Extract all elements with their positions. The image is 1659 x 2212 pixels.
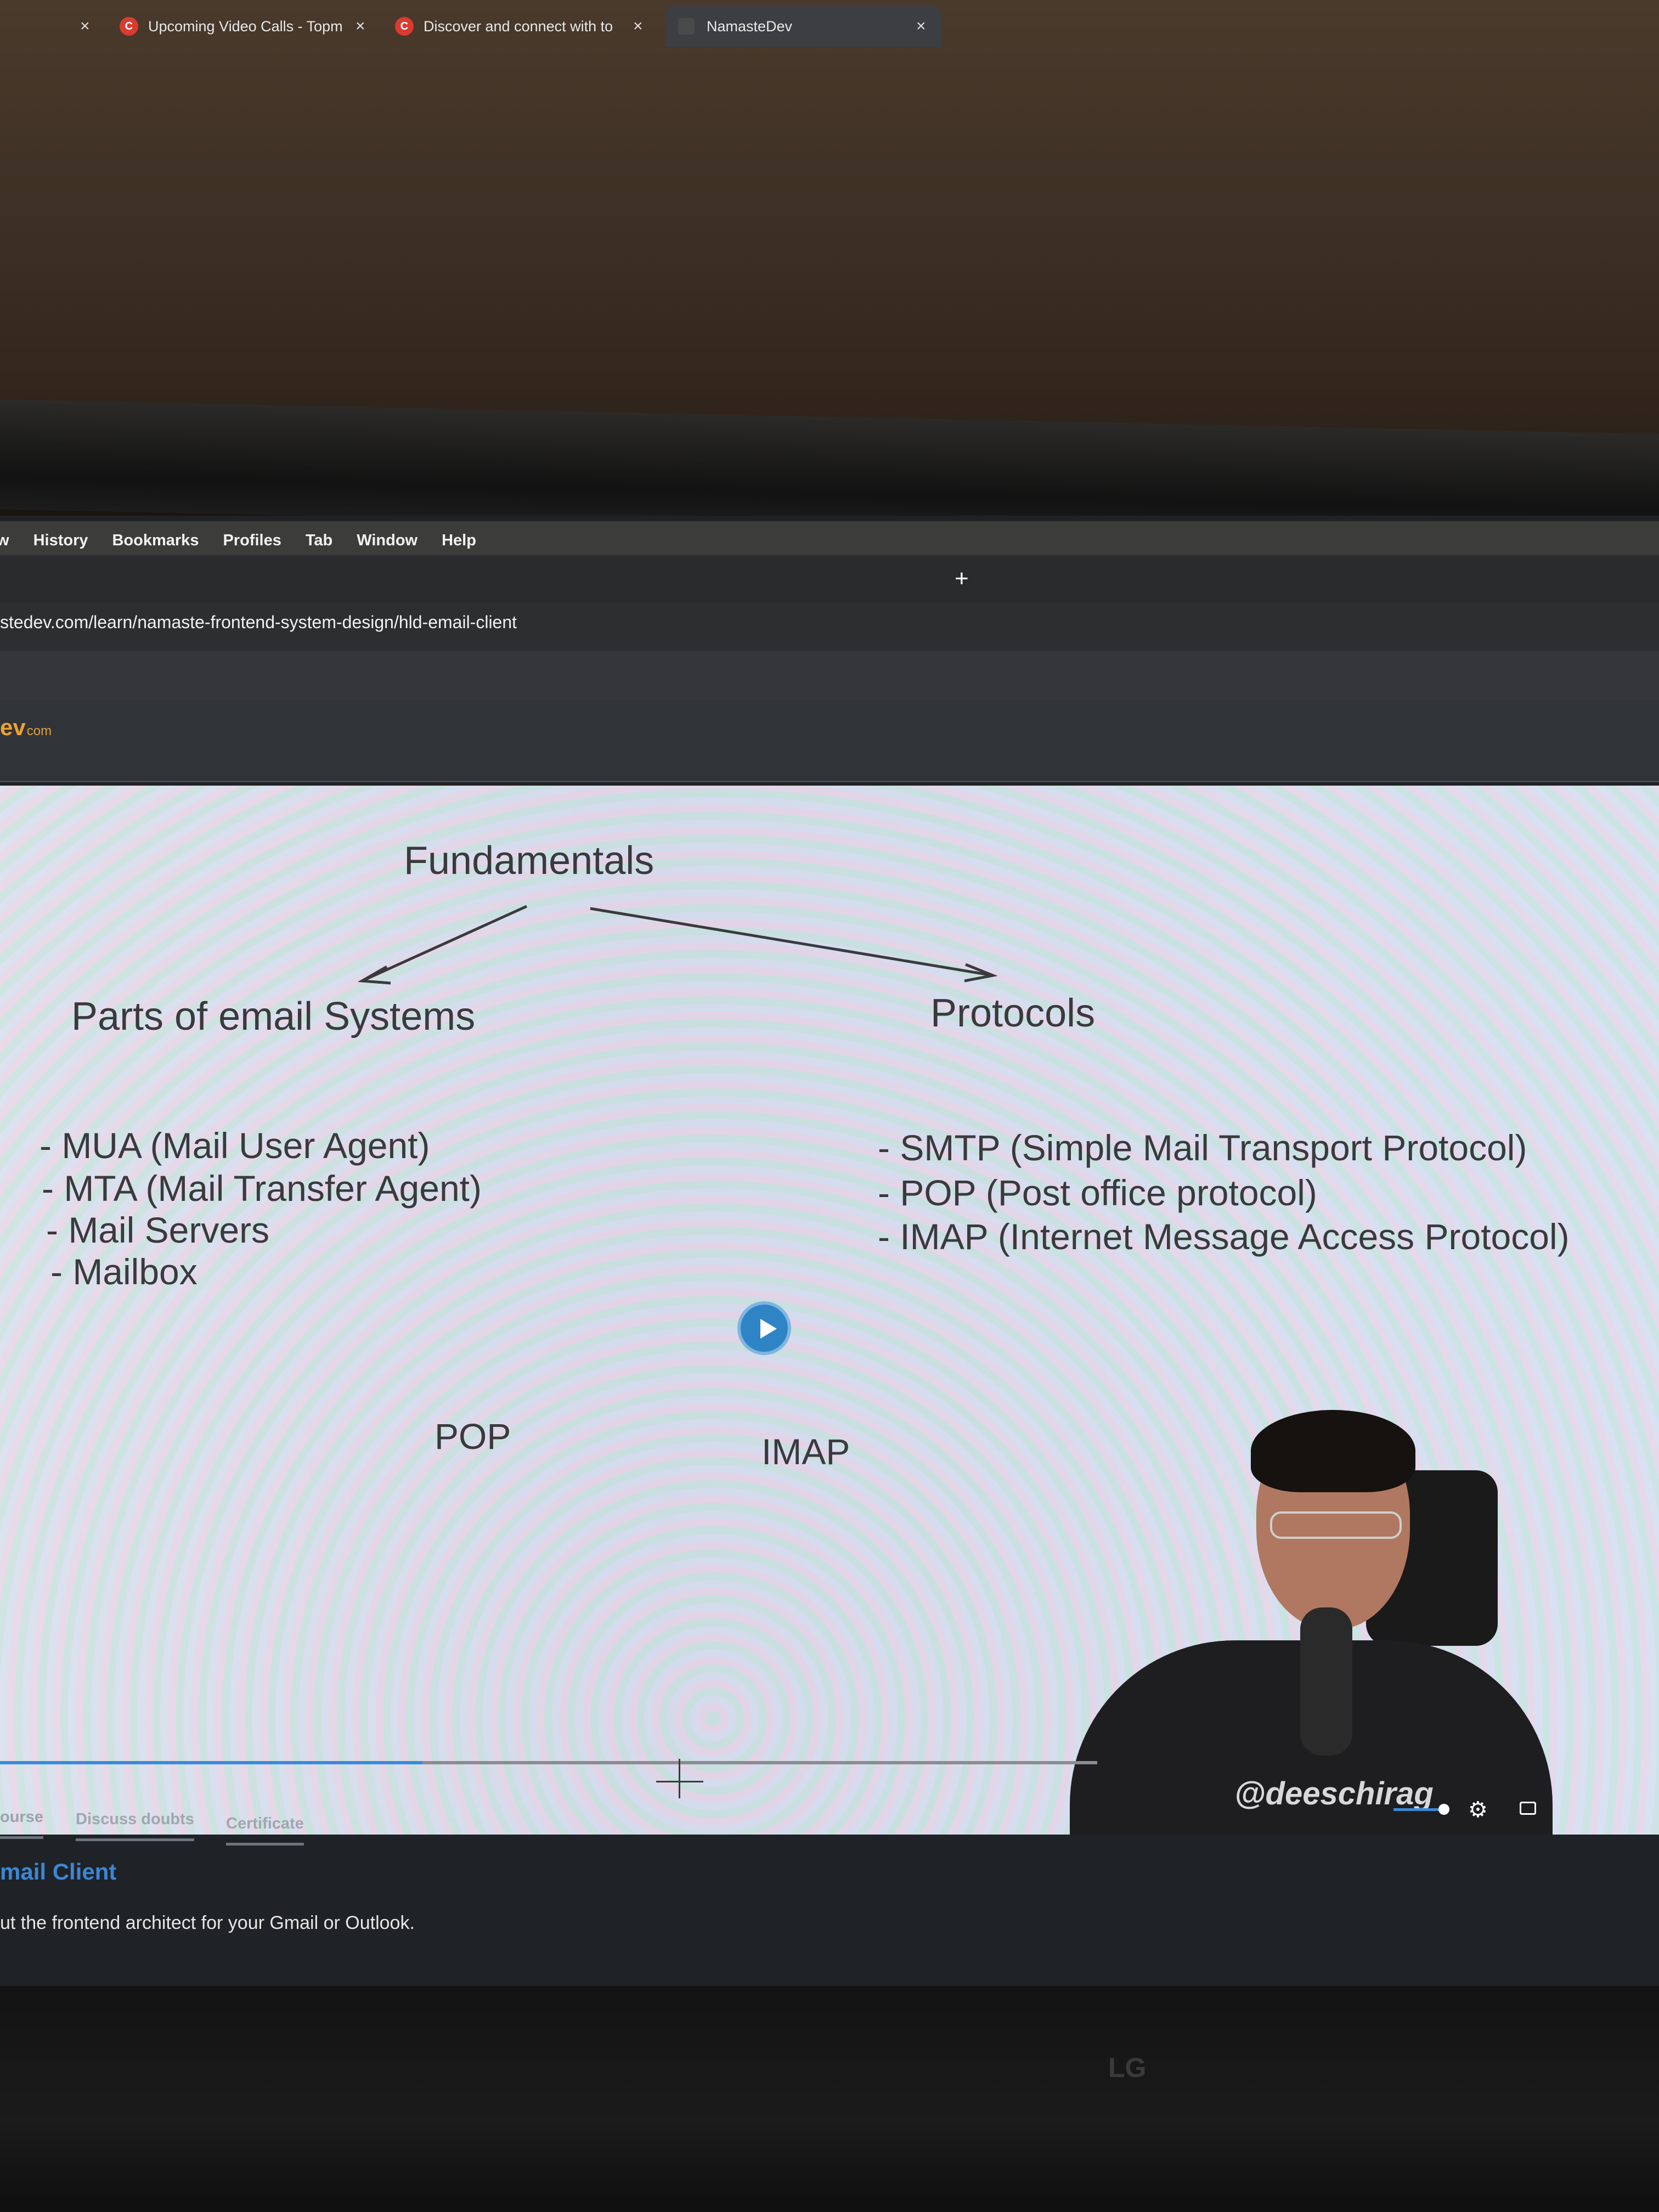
left-item-mailbox: - Mailbox — [50, 1251, 198, 1292]
presenter-glasses — [1270, 1511, 1402, 1539]
slide-label-pop: POP — [435, 1416, 511, 1457]
arrow-right-line — [590, 907, 994, 977]
tab-course[interactable]: ourse — [0, 1808, 43, 1839]
right-item-pop: - POP (Post office protocol) — [878, 1172, 1317, 1213]
monitor-bottom-bezel — [0, 1986, 1659, 2212]
right-item-smtp: - SMTP (Simple Mail Transport Protocol) — [878, 1127, 1527, 1168]
video-watermark: @deeschirag — [1234, 1776, 1434, 1812]
left-item-mail-servers: - Mail Servers — [46, 1210, 270, 1250]
play-button[interactable] — [737, 1301, 791, 1355]
left-item-mua: - MUA (Mail User Agent) — [40, 1125, 430, 1166]
slide-right-heading: Protocols — [930, 991, 1096, 1035]
crosshair-cursor-v — [679, 1759, 680, 1798]
slide-left-heading: Parts of email Systems — [71, 995, 476, 1039]
video-progress-fill — [0, 1761, 422, 1764]
lesson-title: mail Client — [0, 1859, 117, 1884]
monitor-brand-logo: LG — [1108, 2052, 1147, 2083]
tab-certificate[interactable]: Certificate — [226, 1815, 304, 1846]
captions-icon[interactable] — [1520, 1802, 1536, 1815]
settings-gear-icon[interactable]: ⚙ — [1468, 1797, 1488, 1822]
volume-slider[interactable] — [1393, 1808, 1443, 1811]
presenter-webcam-overlay — [1059, 1404, 1659, 1835]
volume-knob[interactable] — [1438, 1804, 1449, 1815]
tab-discuss-doubts[interactable]: Discuss doubts — [76, 1810, 194, 1841]
microphone — [1300, 1607, 1352, 1756]
presenter-hair — [1251, 1410, 1415, 1492]
slide-label-imap: IMAP — [761, 1431, 850, 1472]
arrow-left-line — [361, 905, 528, 983]
left-item-mta: - MTA (Mail Transfer Agent) — [42, 1168, 482, 1209]
lesson-description: ut the frontend architect for your Gmail… — [0, 1912, 415, 1933]
video-progress-bar[interactable] — [0, 1761, 1097, 1764]
right-item-imap: - IMAP (Internet Message Access Protocol… — [878, 1216, 1570, 1257]
